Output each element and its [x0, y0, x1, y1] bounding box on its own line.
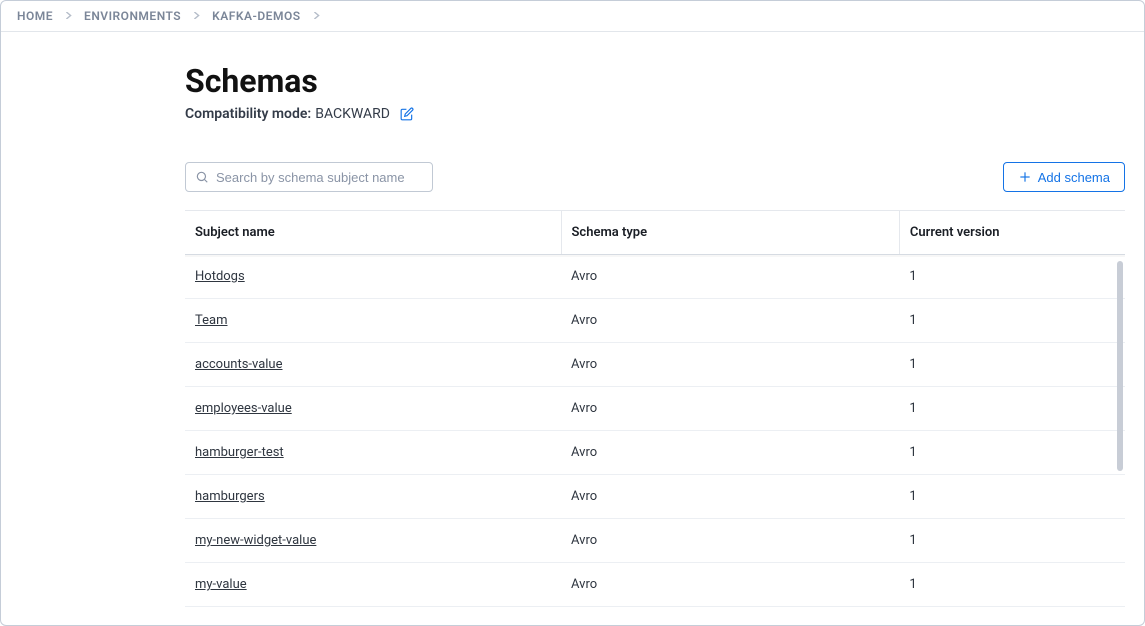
compatibility-value: BACKWARD [315, 106, 390, 122]
breadcrumb-environments[interactable]: ENVIRONMENTS [84, 9, 181, 23]
chevron-right-icon [65, 11, 72, 22]
cell-subject: Hotdogs [185, 255, 561, 299]
breadcrumb: HOME ENVIRONMENTS KAFKA-DEMOS [1, 1, 1144, 32]
breadcrumb-kafka-demos[interactable]: KAFKA-DEMOS [212, 9, 300, 23]
table-row: employees-value Avro1 [185, 387, 1125, 431]
subject-link[interactable]: accounts-value [195, 357, 283, 372]
chevron-right-icon [193, 11, 200, 22]
subject-link[interactable]: employees-value [195, 401, 292, 416]
toolbar: Add schema [185, 162, 1125, 192]
subject-link[interactable]: hamburger-test [195, 445, 284, 460]
cell-subject: hamburger-test [185, 431, 561, 475]
subject-link[interactable]: my-new-widget-value [195, 533, 316, 548]
edit-icon[interactable] [400, 107, 414, 121]
cell-subject: hamburgers [185, 475, 561, 519]
search-field [185, 162, 433, 192]
compatibility-mode: Compatibility mode: BACKWARD [185, 106, 1125, 122]
table-row: my-value Avro1 [185, 563, 1125, 607]
schemas-table: Subject name Schema type Current version… [185, 211, 1125, 607]
col-schema-type[interactable]: Schema type [561, 211, 899, 255]
main-content: Schemas Compatibility mode: BACKWARD [185, 32, 1125, 607]
table-row: Hotdogs Avro1 [185, 255, 1125, 299]
search-input[interactable] [185, 162, 433, 192]
plus-icon [1018, 170, 1032, 184]
scrollbar-thumb[interactable] [1117, 261, 1123, 471]
cell-subject: Team [185, 299, 561, 343]
subject-link[interactable]: hamburgers [195, 489, 265, 504]
cell-subject: my-value [185, 563, 561, 607]
search-icon [195, 170, 209, 184]
cell-version: 1 [899, 475, 1125, 519]
cell-type: Avro [561, 519, 899, 563]
cell-version: 1 [899, 343, 1125, 387]
table-row: hamburgers Avro1 [185, 475, 1125, 519]
cell-type: Avro [561, 475, 899, 519]
breadcrumb-home[interactable]: HOME [17, 9, 53, 23]
schemas-table-wrap: Subject name Schema type Current version… [185, 210, 1125, 607]
add-schema-label: Add schema [1038, 170, 1110, 185]
page-title: Schemas [185, 62, 1125, 100]
cell-version: 1 [899, 563, 1125, 607]
compatibility-label: Compatibility mode: [185, 106, 311, 122]
cell-type: Avro [561, 299, 899, 343]
cell-version: 1 [899, 255, 1125, 299]
chevron-right-icon [313, 11, 320, 22]
cell-version: 1 [899, 431, 1125, 475]
subject-link[interactable]: Team [195, 313, 228, 328]
cell-type: Avro [561, 563, 899, 607]
table-row: my-new-widget-value Avro1 [185, 519, 1125, 563]
cell-type: Avro [561, 431, 899, 475]
table-row: Team Avro1 [185, 299, 1125, 343]
subject-link[interactable]: Hotdogs [195, 269, 245, 284]
cell-version: 1 [899, 387, 1125, 431]
cell-subject: accounts-value [185, 343, 561, 387]
subject-link[interactable]: my-value [195, 577, 247, 592]
cell-version: 1 [899, 299, 1125, 343]
cell-type: Avro [561, 387, 899, 431]
col-subject-name[interactable]: Subject name [185, 211, 561, 255]
cell-subject: my-new-widget-value [185, 519, 561, 563]
table-row: accounts-value Avro1 [185, 343, 1125, 387]
col-current-version[interactable]: Current version [899, 211, 1125, 255]
cell-subject: employees-value [185, 387, 561, 431]
add-schema-button[interactable]: Add schema [1003, 162, 1125, 192]
cell-type: Avro [561, 343, 899, 387]
cell-version: 1 [899, 519, 1125, 563]
cell-type: Avro [561, 255, 899, 299]
table-row: hamburger-test Avro1 [185, 431, 1125, 475]
